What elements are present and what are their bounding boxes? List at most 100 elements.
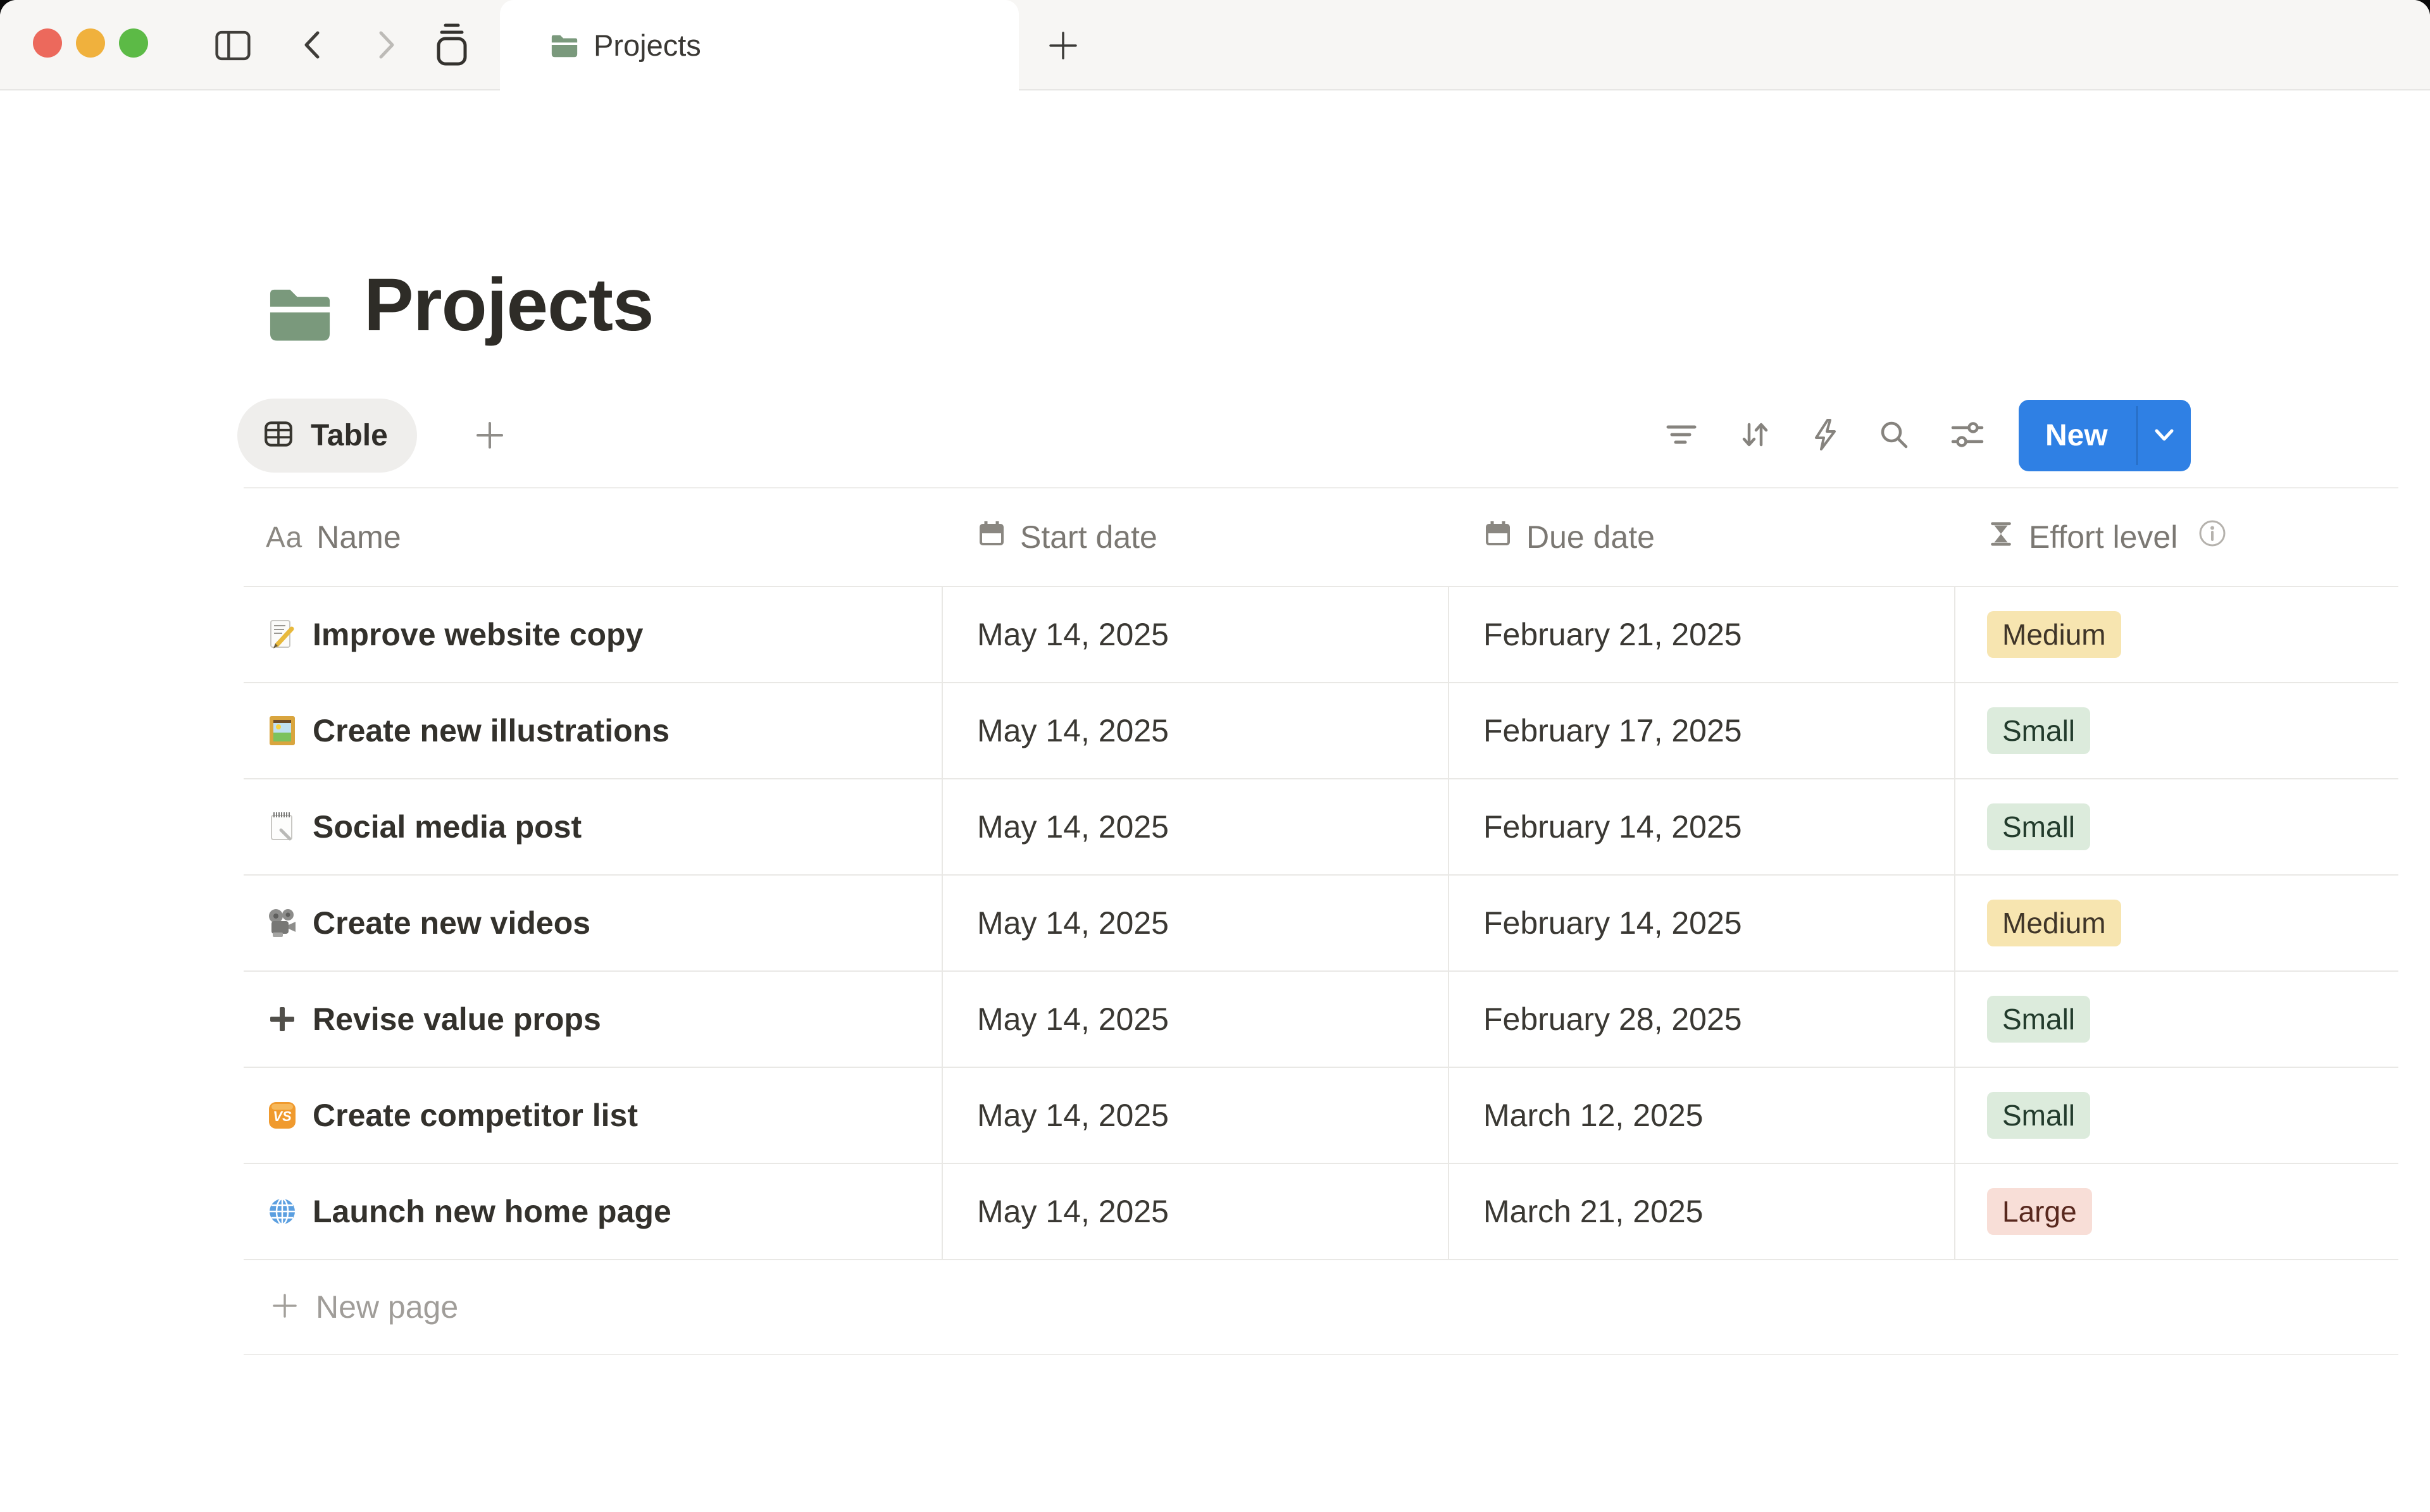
row-effort-cell[interactable]: Medium [1955, 876, 2398, 970]
table-row: VS Create competitor list May 14, 2025 M… [244, 1068, 2398, 1164]
row-due-date-cell[interactable]: February 14, 2025 [1449, 876, 1955, 970]
row-effort-cell[interactable]: Large [1955, 1164, 2398, 1259]
memo-icon [266, 618, 299, 651]
effort-badge: Small [1987, 996, 2090, 1043]
column-header-start-date[interactable]: Start date [943, 488, 1449, 586]
row-name-cell[interactable]: Revise value props [244, 972, 943, 1067]
fullscreen-window-button[interactable] [119, 28, 148, 58]
close-window-button[interactable] [33, 28, 62, 58]
row-due-date-cell[interactable]: February 17, 2025 [1449, 683, 1955, 778]
row-title: Improve website copy [313, 616, 643, 653]
table-row: Revise value props May 14, 2025 February… [244, 972, 2398, 1068]
calendar-icon [977, 519, 1006, 555]
column-header-name[interactable]: Aa Name [244, 488, 943, 586]
row-title: Social media post [313, 809, 582, 845]
column-header-due-date[interactable]: Due date [1449, 488, 1955, 586]
automation-icon[interactable] [1807, 416, 1844, 453]
start-date-value: May 14, 2025 [977, 1193, 1169, 1230]
row-effort-cell[interactable]: Small [1955, 972, 2398, 1067]
row-effort-cell[interactable]: Small [1955, 683, 2398, 778]
new-button[interactable]: New [2019, 400, 2191, 471]
row-name-cell[interactable]: Create new videos [244, 876, 943, 970]
vs-badge-icon: VS [266, 1099, 299, 1132]
row-start-date-cell[interactable]: May 14, 2025 [943, 1068, 1449, 1163]
row-due-date-cell[interactable]: February 21, 2025 [1449, 587, 1955, 682]
chevron-down-icon[interactable] [2149, 420, 2179, 454]
effort-badge: Medium [1987, 900, 2121, 946]
titlebar: Projects [0, 0, 2430, 90]
add-view-button[interactable] [473, 419, 506, 455]
sidebar-toggle-icon[interactable] [213, 25, 253, 69]
movie-camera-icon [266, 907, 299, 939]
column-header-effort-level[interactable]: Effort level [1955, 488, 2398, 586]
table-row: Improve website copy May 14, 2025 Februa… [244, 587, 2398, 683]
filter-icon[interactable] [1663, 416, 1700, 453]
tab-projects[interactable]: Projects [500, 0, 1019, 92]
tab-title: Projects [594, 0, 701, 90]
effort-badge: Small [1987, 707, 2090, 754]
effort-badge: Small [1987, 1092, 2090, 1139]
info-icon[interactable] [2198, 519, 2227, 555]
view-tab-table[interactable]: Table [237, 399, 417, 473]
row-title: Create new illustrations [313, 712, 670, 749]
row-start-date-cell[interactable]: May 14, 2025 [943, 587, 1449, 682]
row-due-date-cell[interactable]: February 14, 2025 [1449, 779, 1955, 874]
plus-icon [266, 1003, 299, 1036]
new-tab-button[interactable] [1045, 28, 1081, 66]
page-title[interactable]: Projects [364, 264, 654, 347]
column-label: Name [316, 519, 401, 555]
row-due-date-cell[interactable]: February 28, 2025 [1449, 972, 1955, 1067]
hourglass-icon [1987, 519, 2015, 555]
new-page-label: New page [316, 1289, 458, 1325]
start-date-value: May 14, 2025 [977, 809, 1169, 845]
row-name-cell[interactable]: Social media post [244, 779, 943, 874]
customize-icon[interactable] [1949, 416, 1986, 453]
row-due-date-cell[interactable]: March 12, 2025 [1449, 1068, 1955, 1163]
row-start-date-cell[interactable]: May 14, 2025 [943, 779, 1449, 874]
effort-badge: Small [1987, 803, 2090, 850]
back-icon[interactable] [296, 27, 333, 66]
row-start-date-cell[interactable]: May 14, 2025 [943, 972, 1449, 1067]
row-start-date-cell[interactable]: May 14, 2025 [943, 1164, 1449, 1259]
row-due-date-cell[interactable]: March 21, 2025 [1449, 1164, 1955, 1259]
projects-table: Aa Name Start date Due date Effort level… [244, 487, 2398, 1355]
framed-picture-icon [266, 714, 299, 747]
due-date-value: February 28, 2025 [1483, 1001, 1742, 1038]
row-effort-cell[interactable]: Small [1955, 779, 2398, 874]
forward-icon[interactable] [366, 27, 402, 66]
sort-icon[interactable] [1736, 416, 1773, 453]
globe-icon [266, 1195, 299, 1228]
due-date-value: March 21, 2025 [1483, 1193, 1703, 1230]
row-effort-cell[interactable]: Small [1955, 1068, 2398, 1163]
row-name-cell[interactable]: VS Create competitor list [244, 1068, 943, 1163]
history-icon[interactable] [428, 20, 476, 71]
row-name-cell[interactable]: Create new illustrations [244, 683, 943, 778]
row-name-cell[interactable]: Launch new home page [244, 1164, 943, 1259]
folder-icon [549, 30, 580, 64]
row-title: Launch new home page [313, 1193, 671, 1230]
due-date-value: February 14, 2025 [1483, 809, 1742, 845]
search-icon[interactable] [1876, 416, 1912, 453]
table-row: Create new illustrations May 14, 2025 Fe… [244, 683, 2398, 779]
spiral-notepad-icon [266, 810, 299, 843]
column-label: Effort level [2029, 519, 2178, 555]
row-effort-cell[interactable]: Medium [1955, 587, 2398, 682]
table-row: Launch new home page May 14, 2025 March … [244, 1164, 2398, 1260]
due-date-value: February 17, 2025 [1483, 712, 1742, 749]
new-page-button[interactable]: New page [244, 1260, 2398, 1355]
view-tab-label: Table [311, 418, 388, 453]
due-date-value: February 14, 2025 [1483, 905, 1742, 941]
row-start-date-cell[interactable]: May 14, 2025 [943, 876, 1449, 970]
due-date-value: March 12, 2025 [1483, 1097, 1703, 1134]
new-button-label: New [2045, 400, 2108, 471]
text-aa-icon: Aa [266, 520, 302, 554]
minimize-window-button[interactable] [76, 28, 105, 58]
column-label: Start date [1020, 519, 1157, 555]
page-folder-icon[interactable] [265, 278, 335, 352]
row-start-date-cell[interactable]: May 14, 2025 [943, 683, 1449, 778]
start-date-value: May 14, 2025 [977, 905, 1169, 941]
start-date-value: May 14, 2025 [977, 616, 1169, 653]
row-name-cell[interactable]: Improve website copy [244, 587, 943, 682]
start-date-value: May 14, 2025 [977, 712, 1169, 749]
row-title: Create new videos [313, 905, 590, 941]
